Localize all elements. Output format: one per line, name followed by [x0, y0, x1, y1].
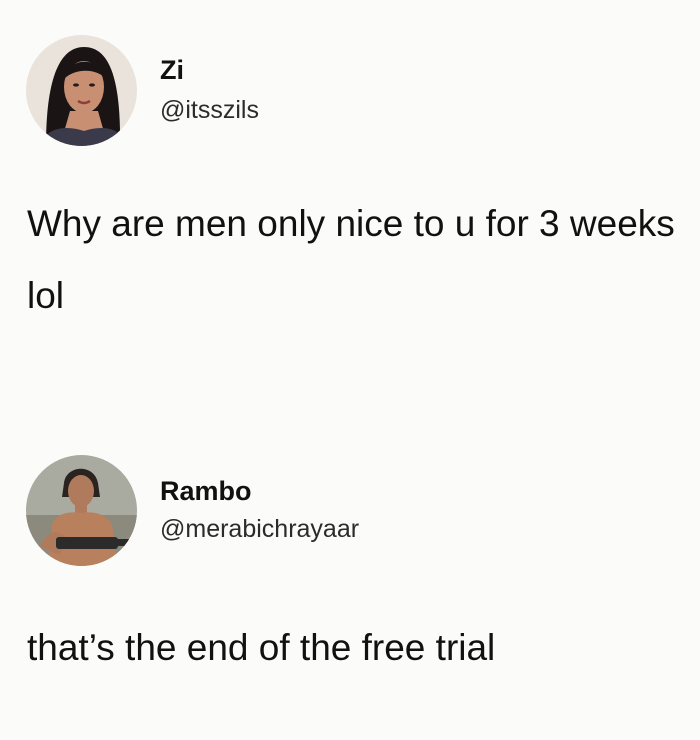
profile-photo-man [26, 455, 137, 566]
display-name[interactable]: Zi [160, 54, 184, 86]
display-name[interactable]: Rambo [160, 475, 252, 507]
tweet-text: that’s the end of the free trial [27, 627, 496, 668]
user-handle[interactable]: @itsszils [160, 95, 259, 125]
avatar[interactable] [26, 35, 137, 146]
tweet-original: Zi @itsszils Why are men only nice to u … [0, 0, 700, 420]
avatar[interactable] [26, 455, 137, 566]
tweet-text: Why are men only nice to u for 3 weeks l… [27, 203, 675, 316]
user-handle[interactable]: @merabichrayaar [160, 514, 359, 544]
tweet-reply: Rambo @merabichrayaar that’s the end of … [0, 420, 700, 740]
profile-photo-woman [26, 35, 137, 146]
